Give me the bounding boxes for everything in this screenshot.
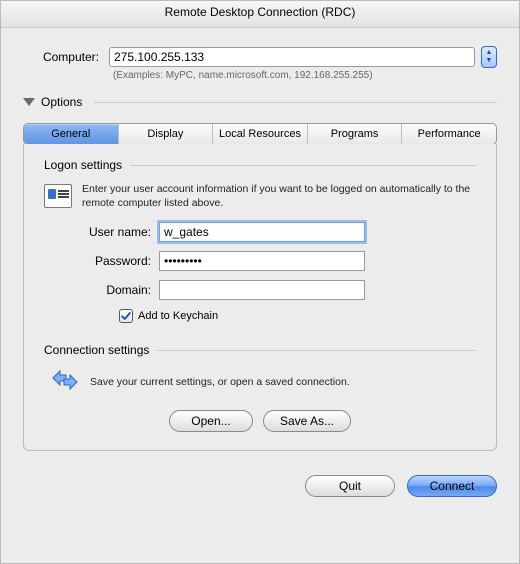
connection-section: Connection settings Save your current se… bbox=[44, 343, 476, 432]
window-title: Remote Desktop Connection (RDC) bbox=[1, 1, 519, 28]
connection-header-label: Connection settings bbox=[44, 343, 149, 357]
chevron-down-icon: ▼ bbox=[486, 57, 493, 65]
open-save-arrows-icon bbox=[50, 367, 80, 396]
tab-local-resources[interactable]: Local Resources bbox=[213, 124, 308, 144]
general-panel: Logon settings Enter your user account i… bbox=[23, 144, 497, 451]
disclosure-triangle-icon[interactable] bbox=[23, 98, 35, 106]
connection-help-text: Save your current settings, or open a sa… bbox=[90, 375, 350, 389]
divider bbox=[94, 102, 497, 103]
domain-row: Domain: bbox=[44, 280, 476, 300]
connect-button[interactable]: Connect bbox=[407, 475, 497, 497]
rdc-window: Remote Desktop Connection (RDC) Computer… bbox=[0, 0, 520, 564]
options-disclosure-row: Options bbox=[23, 95, 497, 109]
chevron-up-icon: ▲ bbox=[486, 49, 493, 57]
checkmark-icon bbox=[120, 310, 132, 322]
domain-input[interactable] bbox=[159, 280, 365, 300]
logon-help-row: Enter your user account information if y… bbox=[44, 182, 476, 210]
keychain-checkbox[interactable] bbox=[119, 309, 133, 323]
password-row: Password: bbox=[44, 251, 476, 271]
tab-bar: General Display Local Resources Programs… bbox=[23, 123, 497, 145]
username-input[interactable] bbox=[159, 222, 365, 242]
domain-label: Domain: bbox=[44, 283, 159, 297]
tab-performance[interactable]: Performance bbox=[402, 124, 496, 144]
logon-header: Logon settings bbox=[44, 158, 476, 172]
logon-help-text: Enter your user account information if y… bbox=[82, 182, 476, 210]
computer-examples: (Examples: MyPC, name.microsoft.com, 192… bbox=[113, 70, 497, 81]
computer-row: Computer: ▲ ▼ bbox=[23, 46, 497, 68]
connection-body: Save your current settings, or open a sa… bbox=[50, 367, 476, 396]
footer-buttons: Quit Connect bbox=[1, 475, 519, 513]
computer-history-stepper[interactable]: ▲ ▼ bbox=[481, 46, 497, 68]
connection-header: Connection settings bbox=[44, 343, 476, 357]
quit-button[interactable]: Quit bbox=[305, 475, 395, 497]
options-label: Options bbox=[41, 95, 82, 109]
password-input[interactable] bbox=[159, 251, 365, 271]
tab-programs[interactable]: Programs bbox=[308, 124, 403, 144]
divider bbox=[130, 165, 476, 166]
computer-input[interactable] bbox=[109, 47, 475, 67]
content-area: Computer: ▲ ▼ (Examples: MyPC, name.micr… bbox=[1, 28, 519, 459]
open-button[interactable]: Open... bbox=[169, 410, 253, 432]
computer-label: Computer: bbox=[23, 50, 103, 64]
save-as-button[interactable]: Save As... bbox=[263, 410, 351, 432]
password-label: Password: bbox=[44, 254, 159, 268]
divider bbox=[157, 350, 476, 351]
username-label: User name: bbox=[44, 225, 159, 239]
id-card-icon bbox=[44, 184, 72, 208]
keychain-label: Add to Keychain bbox=[138, 310, 218, 322]
connection-buttons: Open... Save As... bbox=[44, 410, 476, 432]
keychain-row: Add to Keychain bbox=[119, 309, 476, 323]
logon-header-label: Logon settings bbox=[44, 158, 122, 172]
username-row: User name: bbox=[44, 222, 476, 242]
tab-display[interactable]: Display bbox=[119, 124, 214, 144]
tab-general[interactable]: General bbox=[24, 124, 119, 144]
